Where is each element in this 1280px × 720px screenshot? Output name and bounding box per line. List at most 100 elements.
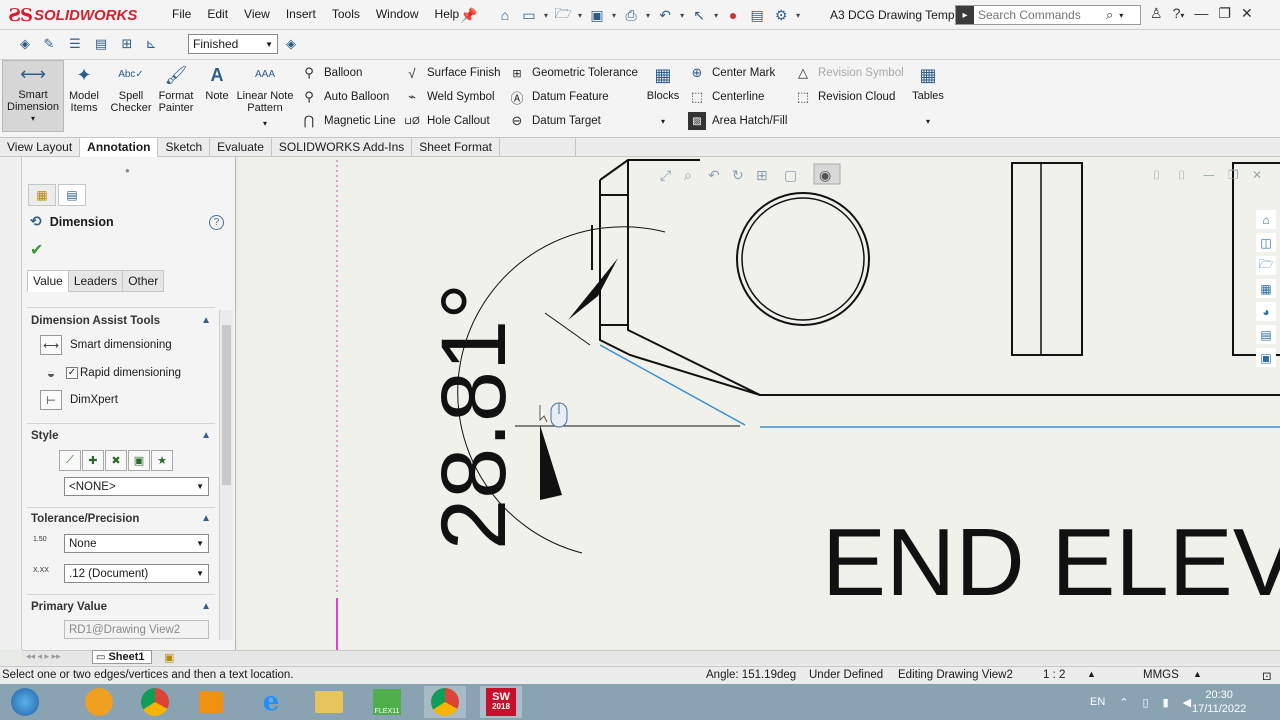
tab-value[interactable]: Value — [27, 270, 69, 292]
taskbar-media[interactable] — [190, 686, 232, 718]
start-button[interactable] — [4, 686, 46, 718]
select-arrow-icon[interactable]: ↖ — [690, 6, 708, 24]
color-display-icon[interactable]: ⊾ — [142, 36, 160, 52]
options-gear-icon[interactable]: ⚙ — [772, 6, 790, 24]
chevron-up-icon[interactable]: ▲ — [1193, 669, 1202, 679]
search-commands[interactable]: ▸ ⌕ ▾ — [955, 5, 1141, 25]
undo-icon[interactable]: ↶ — [656, 6, 674, 24]
search-input[interactable] — [974, 7, 1104, 23]
taskbar-app[interactable] — [78, 686, 120, 718]
weld-symbol-button[interactable]: ⌁ Weld Symbol — [403, 86, 494, 108]
smart-dimension-button[interactable]: ⟷ Smart Dimension ▾ — [2, 60, 64, 132]
eye-icon[interactable]: ◉ — [819, 168, 831, 184]
sheet-tab[interactable]: ▭ Sheet1 — [92, 650, 152, 664]
rotate-icon[interactable]: ↻ — [732, 168, 744, 184]
tab-annotation[interactable]: Annotation — [80, 138, 159, 157]
resources-home-icon[interactable]: ⌂ — [1256, 210, 1276, 229]
auto-balloon-button[interactable]: ⚲ Auto Balloon — [300, 86, 389, 108]
volume-icon[interactable]: ◀ — [1183, 696, 1191, 709]
tables-button[interactable]: ▦ Tables ▾ — [910, 62, 946, 128]
tab-leaders[interactable]: Leaders — [67, 270, 124, 292]
model-items-button[interactable]: ✦ Model Items — [66, 62, 102, 114]
search-mode-icon[interactable]: ▸ — [956, 6, 974, 24]
taskbar-chrome-2[interactable] — [424, 686, 466, 718]
rapid-dimensioning-option[interactable]: ◒ ✓ Rapid dimensioning — [40, 363, 181, 383]
status-units[interactable]: MMGS — [1143, 669, 1179, 681]
zoom-to-area-icon[interactable]: ⌕ — [684, 168, 692, 184]
chevron-down-icon[interactable]: ▾ — [661, 116, 665, 128]
tab-other[interactable]: Other — [122, 270, 165, 292]
heads-up-view-toolbar[interactable]: ⤢ ⌕ ↶ ↻ ⊞ ▢ ◉ — [660, 163, 841, 185]
status-scale[interactable]: 1 : 2 — [1043, 669, 1065, 681]
primary-value-header[interactable]: Primary Value ▲ — [31, 601, 211, 613]
drawing-sheet[interactable]: 28.81° END ELEV ⤢ ⌕ ↶ ↻ ⊞ ▢ ◉ ⌷ ⌷ — ❐ ✕ — [238, 157, 1280, 650]
magnetic-line-button[interactable]: ⋂ Magnetic Line — [300, 110, 396, 132]
tab-view-layout[interactable]: View Layout — [0, 138, 81, 157]
pin-icon[interactable]: 📌 — [460, 6, 478, 24]
property-manager-icon[interactable]: ▤ — [58, 184, 86, 206]
linear-note-pattern-button[interactable]: AAA Linear Note Pattern ▾ — [236, 62, 294, 130]
restore-icon[interactable]: ❐ — [1218, 5, 1231, 22]
tolerance-type-select[interactable]: None ▼ — [64, 534, 209, 553]
sheet-nav-arrows[interactable]: ◂◂ ◂ ▸ ▸▸ — [26, 651, 61, 662]
print-icon[interactable]: ⎙ — [622, 6, 640, 24]
clock[interactable]: 20:30 17/11/2022 — [1192, 688, 1246, 716]
panel-grip-icon[interactable]: ● — [125, 166, 130, 175]
design-library-icon[interactable]: ◫ — [1256, 233, 1276, 252]
chevron-down-icon[interactable]: ▾ — [578, 11, 582, 20]
add-sheet-icon[interactable]: ▣ — [164, 651, 174, 664]
selected-edge[interactable] — [599, 344, 746, 426]
revision-cloud-button[interactable]: ⬚ Revision Cloud — [794, 86, 896, 108]
file-explorer-icon[interactable]: 🗁 — [1256, 256, 1276, 275]
view-palette-icon[interactable]: ▦ — [1256, 279, 1276, 298]
search-icon[interactable]: ⌕ — [1106, 7, 1113, 23]
geometric-tolerance-button[interactable]: ⊞ Geometric Tolerance — [508, 62, 638, 84]
layer-select[interactable]: Finished ▼ — [188, 34, 278, 54]
minimize-icon[interactable]: — — [1194, 5, 1208, 22]
chevron-down-icon[interactable]: ▾ — [1119, 11, 1123, 20]
tab-sketch[interactable]: Sketch — [158, 138, 211, 157]
menu-insert[interactable]: Insert — [278, 7, 324, 21]
area-hatch-button[interactable]: ▨ Area Hatch/Fill — [688, 110, 787, 132]
customize-icon[interactable]: ⊡ — [1262, 669, 1272, 683]
taskbar-solidworks[interactable]: SW 2018 — [480, 686, 522, 718]
chevron-down-icon[interactable]: ▾ — [714, 11, 718, 20]
collapse-icon[interactable]: ▲ — [201, 315, 211, 327]
notifications-icon[interactable]: ⌃ — [1119, 696, 1128, 709]
spell-checker-button[interactable]: Abc✓ Spell Checker — [108, 62, 154, 114]
dimxpert-option[interactable]: ⊢ DimXpert — [40, 390, 118, 410]
chevron-down-icon[interactable]: ▾ — [544, 11, 548, 20]
centerline-button[interactable]: ⬚ Centerline — [688, 86, 765, 108]
line-weight-icon[interactable]: ☰ — [66, 36, 84, 52]
chevron-down-icon[interactable]: ▾ — [263, 118, 267, 130]
collapse-icon[interactable]: ▲ — [201, 513, 211, 525]
tab-evaluate[interactable]: Evaluate — [210, 138, 272, 157]
forum-icon[interactable]: ▣ — [1256, 348, 1276, 367]
save-icon[interactable]: ▣ — [588, 6, 606, 24]
chevron-down-icon[interactable]: ▾ — [646, 11, 650, 20]
menu-edit[interactable]: Edit — [199, 7, 236, 21]
viewport-split-icon[interactable]: ⌷ — [1153, 168, 1160, 182]
tab-addins[interactable]: SOLIDWORKS Add-Ins — [272, 138, 413, 157]
menu-tools[interactable]: Tools — [324, 7, 368, 21]
close-icon[interactable]: ✕ — [1241, 5, 1253, 22]
layer-icon[interactable]: ◈ — [16, 36, 34, 52]
chevron-down-icon[interactable]: ▾ — [31, 113, 35, 125]
viewport-close-icon[interactable]: ✕ — [1252, 168, 1262, 182]
layer-properties-icon[interactable]: ◈ — [282, 36, 300, 52]
collapse-icon[interactable]: ▲ — [201, 430, 211, 442]
appearances-icon[interactable]: ◕ — [1256, 302, 1276, 321]
apply-default-style-icon[interactable]: ⟋ — [59, 450, 81, 471]
menu-window[interactable]: Window — [368, 7, 427, 21]
previous-view-icon[interactable]: ↶ — [708, 168, 720, 184]
dimension-text[interactable]: 28.81° — [423, 283, 525, 550]
hole-callout-button[interactable]: ⊔Ø Hole Callout — [403, 110, 489, 132]
ok-check-icon[interactable]: ✔ — [30, 240, 43, 260]
chevron-down-icon[interactable]: ▾ — [612, 11, 616, 20]
taskbar-chrome[interactable] — [134, 686, 176, 718]
file-properties-icon[interactable]: ▤ — [748, 6, 766, 24]
solidworks-logo[interactable]: ƧS SOLIDWORKS — [8, 5, 137, 26]
user-icon[interactable]: ♙ — [1150, 5, 1163, 22]
chevron-up-icon[interactable]: ▲ — [1087, 669, 1096, 679]
menu-file[interactable]: File — [164, 7, 199, 21]
